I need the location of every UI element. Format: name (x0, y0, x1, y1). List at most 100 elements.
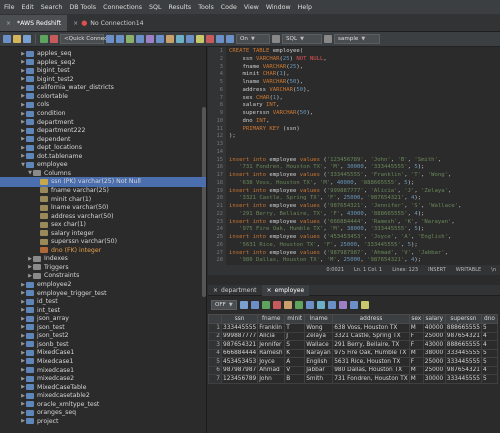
column-header[interactable]: fname (257, 314, 286, 324)
sql-editor[interactable]: 1 2 3 4 5 6 7 8 9 10 11 12 13 14 15 16 17 18 19 20 21 22 23 24 2… (208, 47, 500, 275)
settings-icon[interactable] (272, 35, 280, 43)
table-cell[interactable]: 43000 (422, 340, 446, 350)
code-line[interactable]: sex CHAR(1), (229, 95, 282, 101)
menu-item-window[interactable]: Window (266, 4, 291, 11)
column-header[interactable]: sex (408, 314, 424, 324)
table-cell[interactable]: M (408, 323, 424, 333)
export-results-icon[interactable] (306, 300, 314, 309)
table-cell[interactable]: V (284, 365, 306, 375)
table-cell[interactable]: Joyce (257, 357, 286, 367)
column-header[interactable] (208, 314, 222, 324)
table-cell[interactable]: John (257, 374, 286, 384)
table-cell[interactable]: English (304, 357, 334, 367)
table-cell[interactable]: 40000 (422, 323, 446, 333)
column-header[interactable]: lname (304, 314, 334, 324)
disconnect-icon[interactable] (50, 35, 58, 43)
execute-icon[interactable] (106, 35, 114, 43)
lightning-icon[interactable] (196, 35, 204, 43)
table-cell[interactable]: 5 (480, 374, 498, 384)
refresh-icon[interactable] (284, 300, 292, 309)
result-tab-0[interactable]: × department (208, 285, 262, 296)
table-cell[interactable]: 638 Voss, Houston TX (332, 323, 410, 333)
table-cell[interactable]: T (284, 323, 306, 333)
tab-1[interactable]: × ● No Connection14 (67, 15, 149, 31)
menu-item-edit[interactable]: Edit (22, 4, 34, 11)
menu-item-file[interactable]: File (4, 4, 15, 11)
column-header[interactable]: address (332, 314, 410, 324)
table-cell[interactable]: M (408, 374, 424, 384)
table-cell[interactable]: 333445555 (220, 323, 259, 333)
history-icon[interactable] (146, 35, 154, 43)
export-icon[interactable] (176, 35, 184, 43)
table-cell[interactable]: 5 (480, 323, 498, 333)
table-cell[interactable]: 4 (480, 365, 498, 375)
table-cell[interactable]: 987654321 (444, 365, 482, 375)
query-builder-icon[interactable] (156, 35, 164, 43)
table-cell[interactable]: 453453453 (220, 357, 259, 367)
table-cell[interactable]: J (284, 331, 306, 341)
table-cell[interactable]: 3321 Castle, Spring TX (332, 331, 410, 341)
menu-item-db-tools[interactable]: DB Tools (69, 4, 96, 11)
edit-results-icon[interactable] (251, 300, 259, 309)
code-line[interactable]: insert into employee values ('987987987'… (229, 250, 448, 256)
stop-icon[interactable] (206, 35, 214, 43)
close-icon[interactable]: × (73, 20, 78, 27)
table-cell[interactable]: 888665555 (444, 340, 482, 350)
table-cell[interactable]: 4 (480, 331, 498, 341)
chart-icon[interactable] (317, 300, 325, 309)
table-row[interactable]: 2 999887777 Alicia J Zelaya 3321 Castle, Spri… (208, 331, 498, 341)
table-cell[interactable]: 25000 (422, 331, 446, 341)
filter-select[interactable]: OFF ▼ (211, 299, 237, 310)
code-line[interactable]: minit CHAR(1), (229, 71, 289, 77)
code-line[interactable]: insert into employee values ('999887777'… (229, 188, 451, 194)
open-folder-icon[interactable] (13, 35, 21, 43)
code-line[interactable]: PRIMARY KEY (ssn) (229, 126, 299, 132)
table-cell[interactable]: 38000 (422, 348, 446, 358)
table-row[interactable]: 7 123456789 John B Smith 731 Fondren, Houston… (208, 374, 498, 384)
table-cell[interactable]: 987654321 (220, 340, 259, 350)
menu-item-code[interactable]: Code (221, 4, 237, 11)
code-line[interactable]: ); (229, 133, 236, 139)
table-cell[interactable]: 5631 Rice, Houston TX (332, 357, 410, 367)
database-icon[interactable] (324, 35, 332, 43)
table-row[interactable]: 6 987987987 Ahmad V Jabbar 980 Dallas, Housto… (208, 365, 498, 375)
column-header[interactable]: dno (480, 314, 498, 324)
code-line[interactable]: lname VARCHAR(50), (229, 79, 303, 85)
menu-item-view[interactable]: View (244, 4, 259, 11)
table-cell[interactable]: M (408, 348, 424, 358)
table-row[interactable]: 3 987654321 Jennifer S Wallace 291 Berry, Bel… (208, 340, 498, 350)
table-cell[interactable]: 888665555 (444, 323, 482, 333)
table-cell[interactable]: 666884444 (220, 348, 259, 358)
code-line[interactable]: dno INT, (229, 118, 269, 124)
column-header[interactable]: minit (284, 314, 306, 324)
table-cell[interactable]: K (284, 348, 306, 358)
code-line[interactable]: insert into employee values ('666884444'… (229, 219, 455, 225)
format-icon[interactable] (136, 35, 144, 43)
compare-icon[interactable] (186, 35, 194, 43)
table-cell[interactable]: F (408, 331, 424, 341)
menu-item-results[interactable]: Results (168, 4, 191, 11)
table-row[interactable]: 1 333445555 Franklin T Wong 638 Voss, Houston… (208, 323, 498, 333)
table-row[interactable]: 4 666884444 Ramesh K Narayan 975 Fire Oak, Hu… (208, 348, 498, 358)
code-line[interactable]: CREATE TABLE employee( (229, 48, 303, 54)
table-row[interactable]: 5 453453453 Joyce A English 5631 Rice, Housto… (208, 357, 498, 367)
add-row-icon[interactable] (262, 300, 270, 309)
table-cell[interactable]: F (408, 340, 424, 350)
table-cell[interactable]: 999887777 (220, 331, 259, 341)
table-cell[interactable]: 987654321 (444, 331, 482, 341)
table-cell[interactable]: Franklin (257, 323, 286, 333)
table-cell[interactable]: Zelaya (304, 331, 334, 341)
menu-item-sql[interactable]: SQL (149, 4, 161, 11)
code-line[interactable]: '638 Voss, Houston TX', 'M', 40000, '888… (229, 180, 414, 186)
table-cell[interactable]: Narayan (304, 348, 334, 358)
table-cell[interactable]: M (408, 365, 424, 375)
commit-icon[interactable] (216, 35, 224, 43)
results-grid[interactable]: ssn fname minit lname address sex salary supers… (208, 314, 498, 384)
code-line[interactable]: '980 Dallas, Houston TX', 'M', 25000, '9… (229, 257, 421, 263)
table-cell[interactable]: Smith (304, 374, 334, 384)
execute-current-icon[interactable] (116, 35, 124, 43)
autocommit-select[interactable]: On ▼ (236, 34, 270, 44)
table-cell[interactable]: F (408, 357, 424, 367)
table-cell[interactable]: 333445555 (444, 348, 482, 358)
connect-icon[interactable] (40, 35, 48, 43)
